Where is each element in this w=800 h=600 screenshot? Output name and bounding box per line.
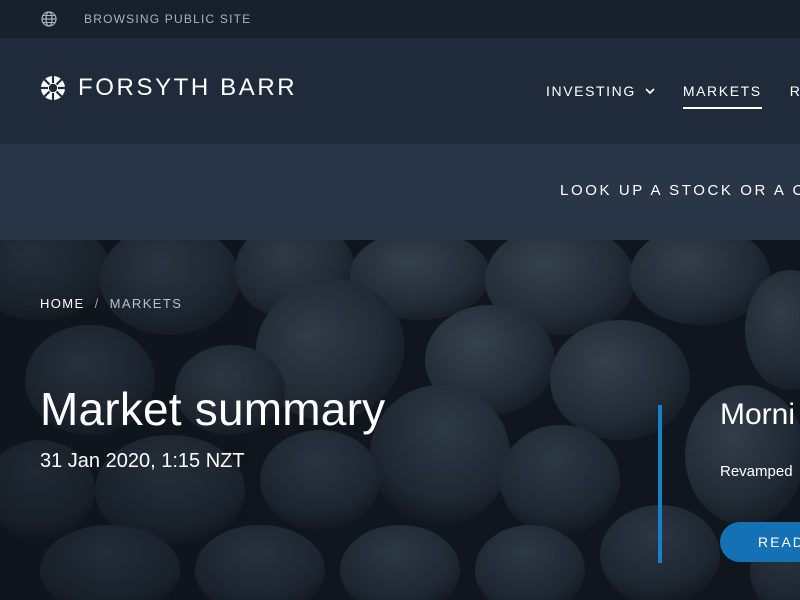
main-nav: INVESTING MARKETS R	[546, 38, 800, 144]
site-header: FORSYTH BARR INVESTING MARKETS R	[0, 38, 800, 144]
feature-accent-rule	[658, 405, 662, 563]
breadcrumb-home-link[interactable]: HOME	[40, 296, 85, 311]
breadcrumb: HOME / MARKETS	[40, 296, 182, 311]
feature-title: Morni	[720, 398, 796, 431]
chevron-down-icon	[645, 87, 655, 94]
feature-text: Revamped	[720, 463, 793, 480]
page-title: Market summary	[40, 383, 386, 435]
nav-item-investing[interactable]: INVESTING	[546, 83, 655, 99]
page-date: 31 Jan 2020, 1:15 NZT	[40, 450, 245, 472]
hero-section: HOME / MARKETS Market summary 31 Jan 202…	[0, 240, 800, 600]
globe-icon	[41, 11, 57, 27]
logo-mark-icon	[41, 76, 65, 100]
breadcrumb-separator: /	[94, 296, 100, 311]
read-button[interactable]: READ	[720, 522, 800, 562]
stock-lookup-prompt[interactable]: LOOK UP A STOCK OR A CO	[560, 182, 800, 199]
utility-bar: BROWSING PUBLIC SITE	[0, 0, 800, 38]
nav-item-markets[interactable]: MARKETS	[682, 83, 762, 109]
nav-item-label: R	[789, 83, 800, 99]
breadcrumb-current: MARKETS	[109, 296, 183, 311]
nav-item-label: INVESTING	[546, 83, 636, 99]
nav-item-label: MARKETS	[682, 83, 762, 99]
stock-lookup-bar: LOOK UP A STOCK OR A CO	[0, 144, 800, 240]
logo[interactable]: FORSYTH BARR	[40, 74, 297, 102]
site-mode-label[interactable]: BROWSING PUBLIC SITE	[84, 12, 251, 26]
nav-item-truncated[interactable]: R	[790, 83, 800, 99]
logo-text: FORSYTH BARR	[78, 74, 298, 101]
